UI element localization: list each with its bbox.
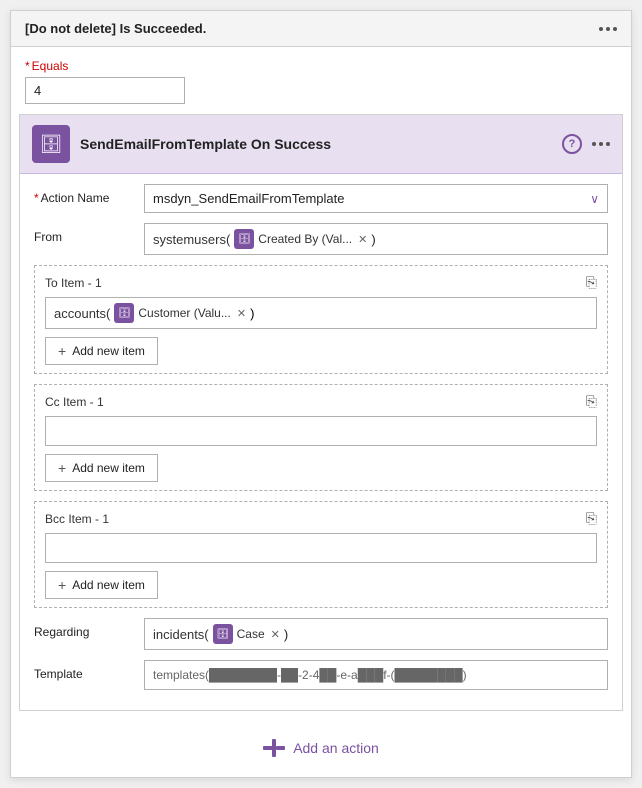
from-token-text: Created By (Val... bbox=[258, 232, 352, 246]
to-label-row: To Item - 1 ⎘ bbox=[45, 274, 597, 291]
add-action-label[interactable]: Add an action bbox=[293, 740, 379, 756]
bcc-label-row: Bcc Item - 1 ⎘ bbox=[45, 510, 597, 527]
regarding-token-icon: 🗄 bbox=[213, 624, 233, 644]
bcc-plus-icon: + bbox=[58, 577, 66, 593]
regarding-input[interactable]: incidents( 🗄 Case ✕ ) bbox=[144, 618, 608, 650]
equals-section: *Equals bbox=[11, 47, 631, 114]
to-input[interactable]: accounts( 🗄 Customer (Valu... ✕ ) bbox=[45, 297, 597, 329]
to-token-text: Customer (Valu... bbox=[138, 306, 230, 320]
bcc-copy-icon[interactable]: ⎘ bbox=[586, 510, 597, 527]
to-token-close[interactable]: ✕ bbox=[237, 307, 246, 320]
cc-add-label: Add new item bbox=[72, 461, 145, 475]
action-name-select[interactable]: msdyn_SendEmailFromTemplate ∨ bbox=[144, 184, 608, 213]
template-label: Template bbox=[34, 660, 144, 681]
cc-section: Cc Item - 1 ⎘ + Add new item bbox=[34, 384, 608, 491]
header: [Do not delete] Is Succeeded. bbox=[11, 11, 631, 47]
to-token-icon: 🗄 bbox=[114, 303, 134, 323]
cc-plus-icon: + bbox=[58, 460, 66, 476]
template-row: Template templates(████████-██-2-4██-e-a… bbox=[34, 660, 608, 690]
action-name-value: msdyn_SendEmailFromTemplate bbox=[153, 191, 344, 206]
template-value: templates(████████-██-2-4██-e-a███f-(███… bbox=[153, 668, 467, 682]
to-plus-icon: + bbox=[58, 343, 66, 359]
bcc-section: Bcc Item - 1 ⎘ + Add new item bbox=[34, 501, 608, 608]
regarding-row: Regarding incidents( 🗄 Case ✕ ) bbox=[34, 618, 608, 650]
regarding-suffix: ) bbox=[284, 627, 288, 642]
main-container: [Do not delete] Is Succeeded. *Equals 🗄 … bbox=[10, 10, 632, 778]
from-token-icon: 🗄 bbox=[234, 229, 254, 249]
from-row: From systemusers( 🗄 Created By (Val... ✕… bbox=[34, 223, 608, 255]
help-button[interactable]: ? bbox=[562, 134, 582, 154]
from-control: systemusers( 🗄 Created By (Val... ✕ ) bbox=[144, 223, 608, 255]
from-label: From bbox=[34, 223, 144, 244]
from-token-close[interactable]: ✕ bbox=[358, 233, 367, 246]
action-title: SendEmailFromTemplate On Success bbox=[80, 136, 331, 152]
to-section: To Item - 1 ⎘ accounts( 🗄 Customer (Valu… bbox=[34, 265, 608, 374]
regarding-label: Regarding bbox=[34, 618, 144, 639]
action-icon: 🗄 bbox=[32, 125, 70, 163]
equals-label: *Equals bbox=[25, 59, 617, 73]
header-title: [Do not delete] Is Succeeded. bbox=[25, 21, 206, 36]
cc-label-row: Cc Item - 1 ⎘ bbox=[45, 393, 597, 410]
to-add-new-button[interactable]: + Add new item bbox=[45, 337, 158, 365]
add-action-area: Add an action bbox=[11, 719, 631, 777]
action-name-control: msdyn_SendEmailFromTemplate ∨ bbox=[144, 184, 608, 213]
bcc-add-label: Add new item bbox=[72, 578, 145, 592]
chevron-down-icon: ∨ bbox=[590, 192, 599, 206]
template-input[interactable]: templates(████████-██-2-4██-e-a███f-(███… bbox=[144, 660, 608, 690]
add-action-icon bbox=[263, 739, 285, 757]
to-token: 🗄 Customer (Valu... ✕ bbox=[114, 303, 246, 323]
from-prefix: systemusers( bbox=[153, 232, 230, 247]
bcc-input[interactable] bbox=[45, 533, 597, 563]
action-header: 🗄 SendEmailFromTemplate On Success ? bbox=[20, 115, 622, 174]
header-menu[interactable] bbox=[599, 27, 617, 31]
regarding-token-close[interactable]: ✕ bbox=[271, 628, 280, 641]
to-prefix: accounts( bbox=[54, 306, 110, 321]
bcc-add-new-button[interactable]: + Add new item bbox=[45, 571, 158, 599]
to-copy-icon[interactable]: ⎘ bbox=[586, 274, 597, 291]
regarding-token: 🗄 Case ✕ bbox=[213, 624, 280, 644]
database-icon: 🗄 bbox=[40, 134, 63, 155]
cc-label: Cc Item - 1 bbox=[45, 395, 104, 409]
action-header-left: 🗄 SendEmailFromTemplate On Success bbox=[32, 125, 331, 163]
regarding-control: incidents( 🗄 Case ✕ ) bbox=[144, 618, 608, 650]
from-input[interactable]: systemusers( 🗄 Created By (Val... ✕ ) bbox=[144, 223, 608, 255]
action-header-right: ? bbox=[562, 134, 610, 154]
from-token: 🗄 Created By (Val... ✕ bbox=[234, 229, 367, 249]
cc-copy-icon[interactable]: ⎘ bbox=[586, 393, 597, 410]
bcc-label: Bcc Item - 1 bbox=[45, 512, 109, 526]
to-suffix: ) bbox=[250, 306, 254, 321]
to-label: To Item - 1 bbox=[45, 276, 102, 290]
regarding-token-text: Case bbox=[237, 627, 265, 641]
cc-add-new-button[interactable]: + Add new item bbox=[45, 454, 158, 482]
action-menu-button[interactable] bbox=[592, 142, 610, 146]
equals-input[interactable] bbox=[25, 77, 185, 104]
from-suffix: ) bbox=[371, 232, 375, 247]
action-block: 🗄 SendEmailFromTemplate On Success ? *Ac… bbox=[19, 114, 623, 711]
template-control: templates(████████-██-2-4██-e-a███f-(███… bbox=[144, 660, 608, 690]
form-body: *Action Name msdyn_SendEmailFromTemplate… bbox=[20, 174, 622, 710]
cc-input[interactable] bbox=[45, 416, 597, 446]
action-name-row: *Action Name msdyn_SendEmailFromTemplate… bbox=[34, 184, 608, 213]
to-add-label: Add new item bbox=[72, 344, 145, 358]
regarding-prefix: incidents( bbox=[153, 627, 209, 642]
action-name-label: *Action Name bbox=[34, 184, 144, 205]
